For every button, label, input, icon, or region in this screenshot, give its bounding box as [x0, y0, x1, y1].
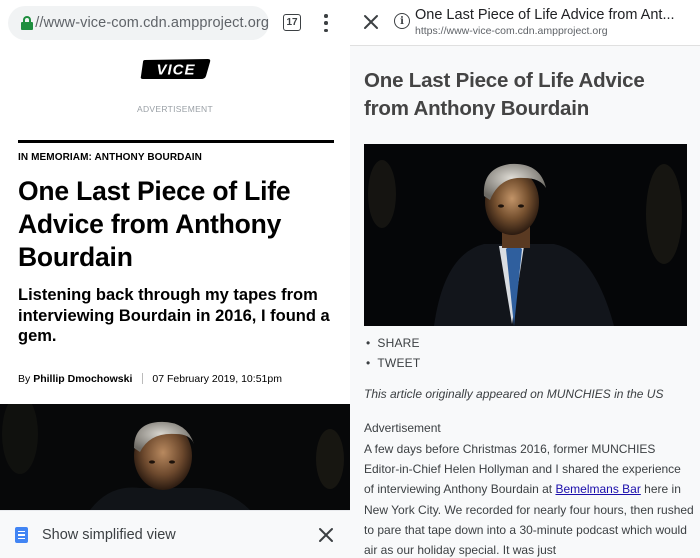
lock-icon — [21, 16, 33, 30]
article-kicker[interactable]: IN MEMORIAM: ANTHONY BOURDAIN — [18, 152, 202, 163]
simplified-view-label[interactable]: Show simplified view — [42, 527, 176, 543]
reader-title: One Last Piece of Life Advice from Ant..… — [415, 7, 675, 23]
amp-page-pane: //www-vice-com.cdn.ampproject.org 17 VIC… — [0, 0, 350, 558]
vice-logo[interactable]: VICE — [139, 57, 212, 81]
simplified-view-pane: i One Last Piece of Life Advice from Ant… — [350, 0, 700, 558]
reader-headline: One Last Piece of Life Advice from Antho… — [364, 69, 645, 120]
more-vert-icon[interactable] — [320, 14, 332, 32]
tweet-link[interactable]: TWEET — [366, 353, 420, 373]
address-bar[interactable]: //www-vice-com.cdn.ampproject.org — [8, 6, 269, 40]
article-headline: One Last Piece of Life Advice from Antho… — [18, 176, 291, 272]
document-icon — [15, 526, 28, 543]
article-byline: By Phillip Dmochowski 07 February 2019, 1… — [18, 373, 282, 385]
share-link[interactable]: SHARE — [366, 333, 420, 353]
article-paragraph: A few days before Christmas 2016, former… — [364, 439, 694, 558]
author-link[interactable]: Phillip Dmochowski — [33, 373, 132, 385]
simplified-view-bar[interactable]: Show simplified view — [0, 510, 350, 558]
publish-date: 07 February 2019, 10:51pm — [152, 373, 282, 385]
reader-header: i One Last Piece of Life Advice from Ant… — [350, 0, 700, 46]
close-icon[interactable] — [318, 527, 334, 543]
kicker-rule — [18, 140, 334, 143]
close-icon[interactable] — [363, 14, 379, 30]
address-url: //www-vice-com.cdn.ampproject.org — [35, 15, 269, 31]
advertisement-text: Advertisement — [364, 421, 441, 435]
article-dek: Listening back through my tapes from int… — [18, 286, 330, 345]
info-icon[interactable]: i — [394, 13, 410, 29]
hero-image — [0, 404, 350, 510]
share-list: SHARE TWEET — [366, 333, 420, 373]
reader-url: https://www-vice-com.cdn.ampproject.org — [415, 25, 608, 37]
tab-switcher-button[interactable]: 17 — [283, 14, 301, 31]
byline-divider — [142, 373, 144, 384]
bemelmans-bar-link[interactable]: Bemelmans Bar — [555, 482, 640, 496]
original-source-note: This article originally appeared on MUNC… — [364, 387, 664, 401]
browser-toolbar: //www-vice-com.cdn.ampproject.org 17 — [0, 0, 350, 46]
advertisement-label: ADVERTISEMENT — [136, 104, 213, 114]
reader-hero-image — [364, 144, 687, 326]
svg-text:VICE: VICE — [156, 62, 195, 79]
byline-prefix: By — [18, 373, 31, 385]
